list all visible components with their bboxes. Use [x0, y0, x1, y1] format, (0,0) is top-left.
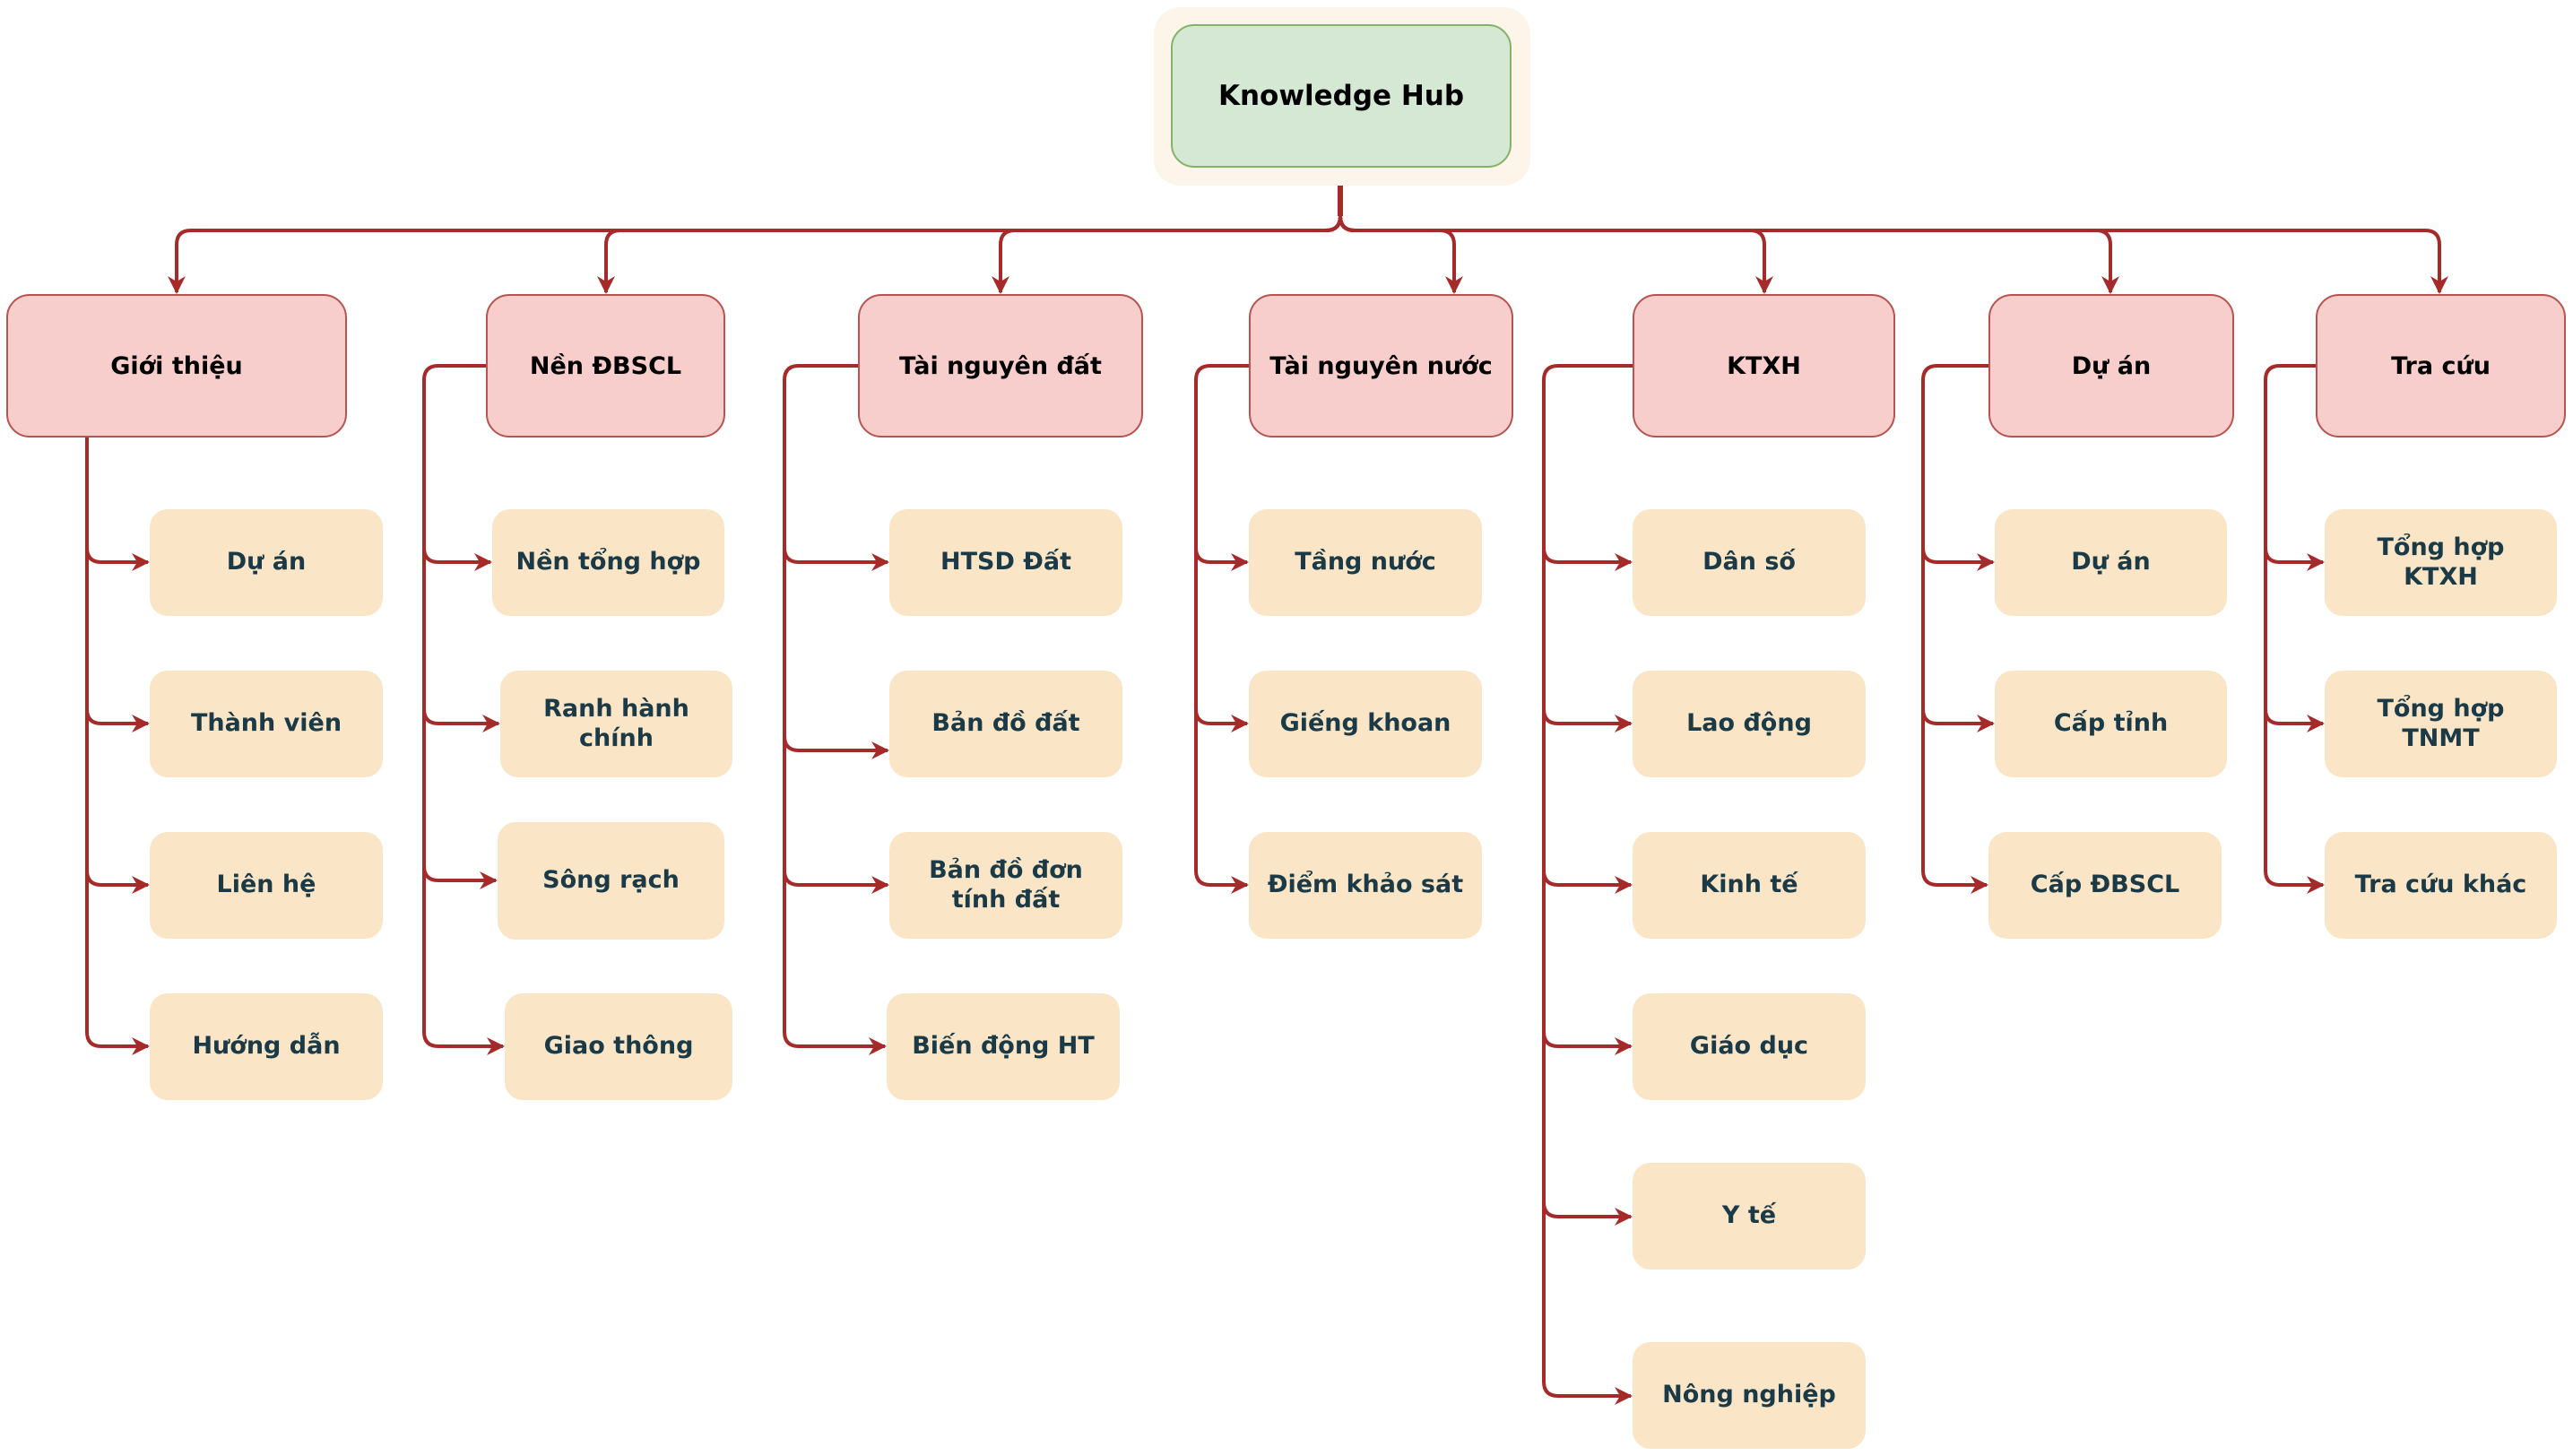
- connector-ktxh-to-nong-nghiep: [1542, 1381, 1633, 1405]
- subnode-tai-nguyen-dat-bien-dong-ht[interactable]: Biến động HT: [887, 993, 1120, 1100]
- subnode-du-an-cap-dbscl[interactable]: Cấp ĐBSCL: [1988, 832, 2222, 939]
- trunk-connector-nen-dbscl: [422, 364, 486, 1032]
- connector-root-to-ktxh: [1338, 215, 1773, 294]
- connector-tra-cuu-to-tong-hop-ktxh: [2264, 547, 2325, 571]
- connector-ktxh-to-kinh-te: [1542, 870, 1633, 894]
- subnode-du-an-du-an[interactable]: Dự án: [1995, 509, 2227, 616]
- connector-root-to-nen-dbscl: [597, 215, 1342, 294]
- subnode-tai-nguyen-dat-ban-do-dat[interactable]: Bản đồ đất: [889, 671, 1122, 777]
- connector-tai-nguyen-nuoc-to-diem-khao-sat: [1194, 870, 1249, 894]
- subnode-ktxh-nong-nghiep[interactable]: Nông nghiệp: [1633, 1342, 1866, 1449]
- subnode-tai-nguyen-dat-htsd-dat[interactable]: HTSD Đất: [889, 509, 1122, 616]
- subnode-du-an-cap-tinh[interactable]: Cấp tỉnh: [1995, 671, 2227, 777]
- subnode-nen-dbscl-giao-thong[interactable]: Giao thông: [505, 993, 732, 1100]
- connector-gioi-thieu-to-lien-he: [85, 870, 150, 894]
- subnode-tai-nguyen-nuoc-tang-nuoc[interactable]: Tầng nước: [1249, 509, 1482, 616]
- root-node-knowledge-hub[interactable]: Knowledge Hub: [1171, 24, 1512, 168]
- subnode-gioi-thieu-huong-dan[interactable]: Hướng dẫn: [150, 993, 383, 1100]
- subnode-tra-cuu-tra-cuu-khac[interactable]: Tra cứu khác: [2325, 832, 2557, 939]
- connector-root-to-gioi-thieu: [168, 215, 1342, 294]
- connector-gioi-thieu-to-du-an: [85, 547, 150, 571]
- subnode-ktxh-dan-so[interactable]: Dân số: [1633, 509, 1866, 616]
- connector-du-an-to-cap-dbscl: [1921, 870, 1988, 894]
- connector-tai-nguyen-nuoc-to-tang-nuoc: [1194, 547, 1249, 571]
- connector-tai-nguyen-dat-to-ban-do-don-tinh-dat: [783, 870, 889, 894]
- trunk-connector-tai-nguyen-dat: [783, 364, 858, 1032]
- category-node-tai-nguyen-dat[interactable]: Tài nguyên đất: [858, 294, 1143, 438]
- connector-ktxh-to-dan-so: [1542, 547, 1633, 571]
- connector-nen-dbscl-to-song-rach: [422, 865, 498, 889]
- trunk-connector-ktxh: [1542, 364, 1633, 1382]
- connector-root-to-du-an: [1338, 215, 2119, 294]
- subnode-nen-dbscl-ranh-hanh-chinh[interactable]: Ranh hành chính: [500, 671, 732, 777]
- category-node-tai-nguyen-nuoc[interactable]: Tài nguyên nước: [1249, 294, 1513, 438]
- connector-tai-nguyen-nuoc-to-gieng-khoan: [1194, 708, 1249, 732]
- subnode-nen-dbscl-song-rach[interactable]: Sông rạch: [498, 822, 724, 940]
- category-node-nen-dbscl[interactable]: Nền ĐBSCL: [486, 294, 725, 438]
- connector-root-to-tai-nguyen-nuoc: [1338, 215, 1463, 294]
- connector-nen-dbscl-to-nen-tong-hop: [422, 547, 492, 571]
- subnode-tai-nguyen-nuoc-diem-khao-sat[interactable]: Điểm khảo sát: [1249, 832, 1482, 939]
- connector-du-an-to-du-an: [1921, 547, 1995, 571]
- connector-root-to-tai-nguyen-dat: [992, 215, 1342, 294]
- subnode-ktxh-giao-duc[interactable]: Giáo dục: [1633, 993, 1866, 1100]
- connector-tra-cuu-to-tra-cuu-khac: [2264, 870, 2325, 894]
- subnode-tai-nguyen-dat-ban-do-don-tinh-dat[interactable]: Bản đồ đơn tính đất: [889, 832, 1122, 939]
- connector-nen-dbscl-to-ranh-hanh-chinh: [422, 708, 500, 732]
- subnode-tai-nguyen-nuoc-gieng-khoan[interactable]: Giếng khoan: [1249, 671, 1482, 777]
- subnode-tra-cuu-tong-hop-ktxh[interactable]: Tổng hợp KTXH: [2325, 509, 2557, 616]
- connector-tai-nguyen-dat-to-bien-dong-ht: [783, 1031, 887, 1055]
- subnode-gioi-thieu-du-an[interactable]: Dự án: [150, 509, 383, 616]
- subnode-ktxh-lao-dong[interactable]: Lao động: [1633, 671, 1866, 777]
- trunk-connector-tai-nguyen-nuoc: [1194, 364, 1249, 871]
- category-node-du-an[interactable]: Dự án: [1988, 294, 2234, 438]
- connector-ktxh-to-lao-dong: [1542, 708, 1633, 732]
- connector-tra-cuu-to-tong-hop-tnmt: [2264, 708, 2325, 732]
- trunk-connector-du-an: [1921, 364, 1988, 871]
- subnode-gioi-thieu-thanh-vien[interactable]: Thành viên: [150, 671, 383, 777]
- connector-du-an-to-cap-tinh: [1921, 708, 1995, 732]
- connector-ktxh-to-giao-duc: [1542, 1031, 1633, 1055]
- subnode-ktxh-y-te[interactable]: Y tế: [1633, 1163, 1866, 1270]
- connector-tai-nguyen-dat-to-ban-do-dat: [783, 735, 889, 759]
- subnode-gioi-thieu-lien-he[interactable]: Liên hệ: [150, 832, 383, 939]
- trunk-connector-tra-cuu: [2264, 364, 2316, 871]
- connector-root-to-tra-cuu: [1338, 215, 2448, 294]
- connector-gioi-thieu-to-huong-dan: [85, 1031, 150, 1055]
- connector-nen-dbscl-to-giao-thong: [422, 1031, 505, 1055]
- category-node-gioi-thieu[interactable]: Giới thiệu: [6, 294, 347, 438]
- connector-tai-nguyen-dat-to-htsd-dat: [783, 547, 889, 571]
- category-node-tra-cuu[interactable]: Tra cứu: [2316, 294, 2566, 438]
- connector-ktxh-to-y-te: [1542, 1201, 1633, 1226]
- connector-gioi-thieu-to-thanh-vien: [85, 708, 150, 732]
- category-node-ktxh[interactable]: KTXH: [1633, 294, 1895, 438]
- subnode-tra-cuu-tong-hop-tnmt[interactable]: Tổng hợp TNMT: [2325, 671, 2557, 777]
- subnode-ktxh-kinh-te[interactable]: Kinh tế: [1633, 832, 1866, 939]
- subnode-nen-dbscl-nen-tong-hop[interactable]: Nền tổng hợp: [492, 509, 724, 616]
